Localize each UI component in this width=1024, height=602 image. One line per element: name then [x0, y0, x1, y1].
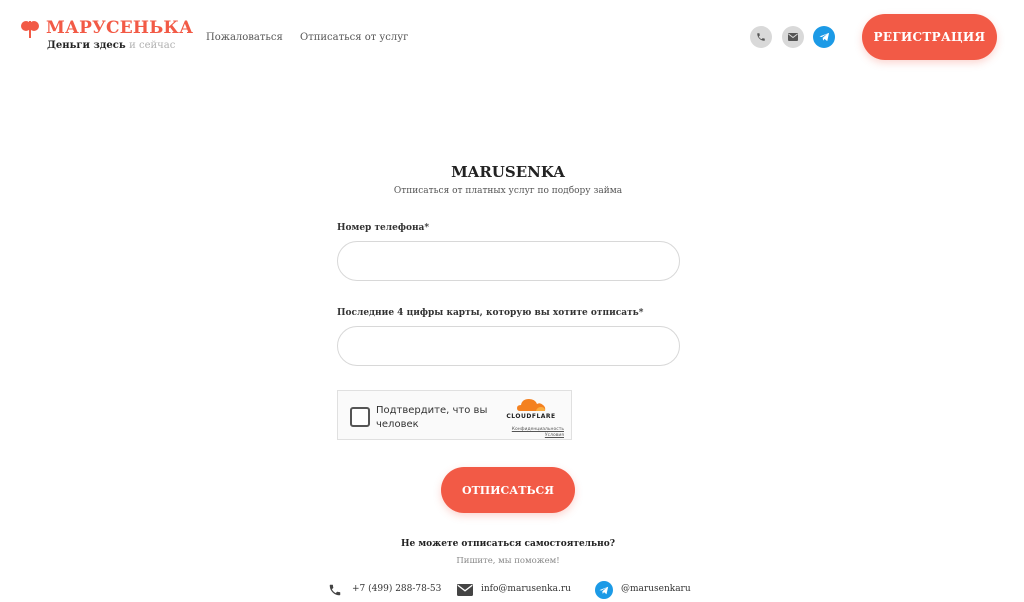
logo-icon [21, 21, 39, 38]
captcha-checkbox[interactable] [350, 407, 370, 427]
form-subtitle: Отписаться от платных услуг по подбору з… [393, 186, 623, 196]
cloudflare-cloud-icon [517, 399, 546, 411]
phone-input[interactable] [337, 241, 680, 281]
contact-phone-icon [329, 584, 341, 596]
unsubscribe-button[interactable]: ОТПИСАТЬСЯ [441, 467, 575, 513]
card-digits-label: Последние 4 цифры карты, которую вы хоти… [337, 308, 644, 318]
contact-email[interactable]: info@marusenka.ru [481, 584, 571, 594]
cloudflare-wordmark: CLOUDFLARE [506, 413, 556, 420]
contact-mail-icon [457, 584, 473, 596]
contact-telegram[interactable]: @marusenkaru [621, 584, 691, 594]
logo-tagline-main: Деньги здесь [47, 40, 126, 51]
phone-icon[interactable] [750, 26, 772, 48]
header: МАРУСЕНЬКА Деньги здесь и сейчас Пожалов… [0, 0, 1024, 80]
help-answer: Пишите, мы поможем! [456, 556, 560, 566]
cloudflare-captcha: Подтвердите, что вы человек CLOUDFLARE К… [337, 390, 572, 440]
help-question: Не можете отписаться самостоятельно? [401, 539, 615, 549]
captcha-terms-link[interactable]: Условия [498, 433, 564, 439]
phone-glyph [757, 33, 765, 41]
telegram-glyph [818, 32, 829, 42]
telegram-icon[interactable] [813, 26, 835, 48]
contact-telegram-glyph [599, 586, 609, 594]
mail-icon[interactable] [782, 26, 804, 48]
nav-unsubscribe[interactable]: Отписаться от услуг [300, 32, 408, 43]
mail-glyph [788, 33, 798, 41]
captcha-text: Подтвердите, что вы человек [376, 405, 488, 430]
contact-phone[interactable]: +7 (499) 288-78-53 [352, 584, 441, 594]
logo-tagline-light: и сейчас [129, 40, 176, 51]
contact-telegram-icon [595, 581, 613, 599]
card-digits-input[interactable] [337, 326, 680, 366]
phone-label: Номер телефона* [337, 223, 430, 233]
form-title: MARUSENKA [451, 163, 565, 181]
logo-title: МАРУСЕНЬКА [46, 18, 194, 38]
logo-tagline: Деньги здесь и сейчас [47, 40, 175, 51]
nav-complain[interactable]: Пожаловаться [206, 32, 283, 43]
captcha-links: Конфиденциальность Условия [498, 427, 564, 439]
register-button[interactable]: РЕГИСТРАЦИЯ [862, 14, 997, 60]
